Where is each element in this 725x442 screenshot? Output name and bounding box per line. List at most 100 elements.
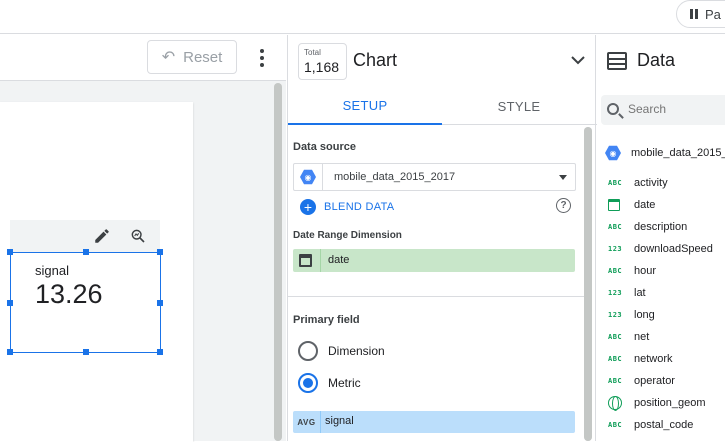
- blend-data-button[interactable]: + BLEND DATA: [300, 198, 394, 216]
- data-source-item[interactable]: ◉ mobile_data_2015_: [605, 145, 725, 161]
- table-icon: [607, 52, 627, 70]
- text-type-icon: ABC: [608, 267, 623, 275]
- data-panel-title: Data: [637, 50, 676, 70]
- chart-properties-panel: Total 1,168 Chart SETUP STYLE Data sourc…: [287, 35, 597, 441]
- reset-label: Reset: [183, 48, 223, 66]
- field-item[interactable]: ABC net: [608, 329, 649, 345]
- field-name: network: [634, 353, 673, 365]
- resize-handle[interactable]: [157, 300, 163, 306]
- record-count-badge: Total 1,168: [298, 43, 347, 80]
- field-item[interactable]: 123 lat: [608, 285, 646, 301]
- canvas-toolbar: ↶ Reset: [0, 35, 286, 81]
- text-type-icon: ABC: [608, 377, 623, 385]
- resize-handle[interactable]: [7, 300, 13, 306]
- field-item[interactable]: ABC description: [608, 219, 687, 235]
- text-type-icon: ABC: [608, 355, 623, 363]
- panel-tabs: SETUP STYLE: [288, 87, 597, 125]
- text-type-icon: ABC: [608, 223, 623, 231]
- radio-dimension-label: Dimension: [328, 344, 385, 358]
- more-options-icon[interactable]: [253, 47, 271, 69]
- date-range-heading: Date Range Dimension: [293, 230, 402, 241]
- data-source-name: mobile_data_2015_2017: [334, 171, 456, 183]
- radio-metric[interactable]: Metric: [298, 372, 361, 394]
- canvas-scrollbar-thumb[interactable]: [274, 83, 282, 441]
- report-canvas: ↶ Reset signal 13.26: [0, 35, 286, 442]
- bigquery-icon: ◉: [300, 169, 316, 185]
- field-name: hour: [634, 265, 657, 277]
- field-item[interactable]: 123 downloadSpeed: [608, 241, 713, 257]
- metric-chip[interactable]: AVG signal: [293, 411, 575, 433]
- scorecard-label: signal: [35, 263, 69, 278]
- field-item[interactable]: 123 long: [608, 307, 655, 323]
- tab-style[interactable]: STYLE: [442, 87, 596, 125]
- field-name: activity: [634, 177, 668, 189]
- field-search[interactable]: [601, 95, 725, 125]
- blend-data-label: BLEND DATA: [324, 201, 395, 213]
- tab-setup[interactable]: SETUP: [288, 87, 442, 125]
- top-bar: Pa: [0, 0, 725, 34]
- scorecard-value: 13.26: [35, 279, 103, 309]
- date-range-field: date: [328, 254, 350, 266]
- chip-divider: [320, 411, 321, 433]
- scorecard-chart[interactable]: signal 13.26: [7, 249, 163, 355]
- reset-button[interactable]: ↶ Reset: [147, 40, 237, 74]
- section-divider: [288, 296, 584, 297]
- text-type-icon: ABC: [608, 421, 623, 429]
- resize-handle[interactable]: [83, 249, 89, 255]
- resize-handle[interactable]: [157, 249, 163, 255]
- number-type-icon: 123: [608, 245, 623, 253]
- primary-field-heading: Primary field: [293, 314, 360, 326]
- panel-scrollbar-thumb[interactable]: [584, 127, 592, 441]
- field-name: lat: [634, 287, 646, 299]
- panel-scrollbar[interactable]: [584, 127, 592, 441]
- radio-button-selected[interactable]: [298, 373, 318, 393]
- add-icon: +: [300, 199, 316, 215]
- pause-icon: [689, 9, 699, 19]
- search-icon: [607, 103, 619, 115]
- field-name: downloadSpeed: [634, 243, 713, 255]
- aggregation-label[interactable]: AVG: [293, 411, 320, 433]
- data-source-icon-wrap: ◉: [294, 164, 323, 190]
- field-name: description: [634, 221, 688, 233]
- search-input[interactable]: [628, 102, 725, 116]
- field-item[interactable]: date: [608, 197, 655, 213]
- field-name: position_geom: [634, 397, 706, 409]
- explore-icon[interactable]: [130, 228, 146, 244]
- data-panel-header: Data: [597, 35, 725, 87]
- field-name: postal_code: [634, 419, 694, 431]
- field-item[interactable]: ABC activity: [608, 175, 668, 191]
- field-name: date: [634, 199, 656, 211]
- field-item[interactable]: ABC operator: [608, 373, 675, 389]
- resize-handle[interactable]: [83, 349, 89, 355]
- field-item[interactable]: ABC postal_code: [608, 417, 693, 433]
- panel-title: Chart: [353, 50, 398, 70]
- resize-handle[interactable]: [157, 349, 163, 355]
- total-value: 1,168: [304, 59, 340, 75]
- total-label: Total: [304, 48, 321, 57]
- field-name: net: [634, 331, 650, 343]
- resize-handle[interactable]: [7, 349, 13, 355]
- data-source-select[interactable]: ◉ mobile_data_2015_2017: [293, 163, 576, 191]
- bigquery-icon: ◉: [605, 145, 621, 161]
- chevron-down-icon[interactable]: [571, 53, 585, 67]
- field-item[interactable]: ABC hour: [608, 263, 656, 279]
- text-type-icon: ABC: [608, 179, 623, 187]
- calendar-icon: [299, 254, 312, 267]
- data-source-heading: Data source: [293, 141, 356, 153]
- radio-dimension[interactable]: Dimension: [298, 340, 385, 362]
- data-source-label: mobile_data_2015_: [631, 147, 725, 159]
- radio-button[interactable]: [298, 341, 318, 361]
- canvas-scrollbar[interactable]: [274, 83, 282, 441]
- data-panel: Data ◉ mobile_data_2015_ ABC activity dat…: [597, 35, 725, 441]
- pause-button[interactable]: Pa: [676, 0, 725, 28]
- number-type-icon: 123: [608, 289, 623, 297]
- text-type-icon: ABC: [608, 333, 623, 341]
- pause-button-label: Pa: [705, 6, 721, 22]
- edit-pencil-icon[interactable]: [93, 227, 111, 245]
- field-item[interactable]: ABC network: [608, 351, 673, 367]
- help-icon[interactable]: ?: [556, 198, 571, 213]
- date-range-dimension-chip[interactable]: date: [293, 249, 575, 272]
- field-item[interactable]: position_geom: [608, 395, 706, 411]
- chart-toolbar: [10, 220, 160, 252]
- resize-handle[interactable]: [7, 249, 13, 255]
